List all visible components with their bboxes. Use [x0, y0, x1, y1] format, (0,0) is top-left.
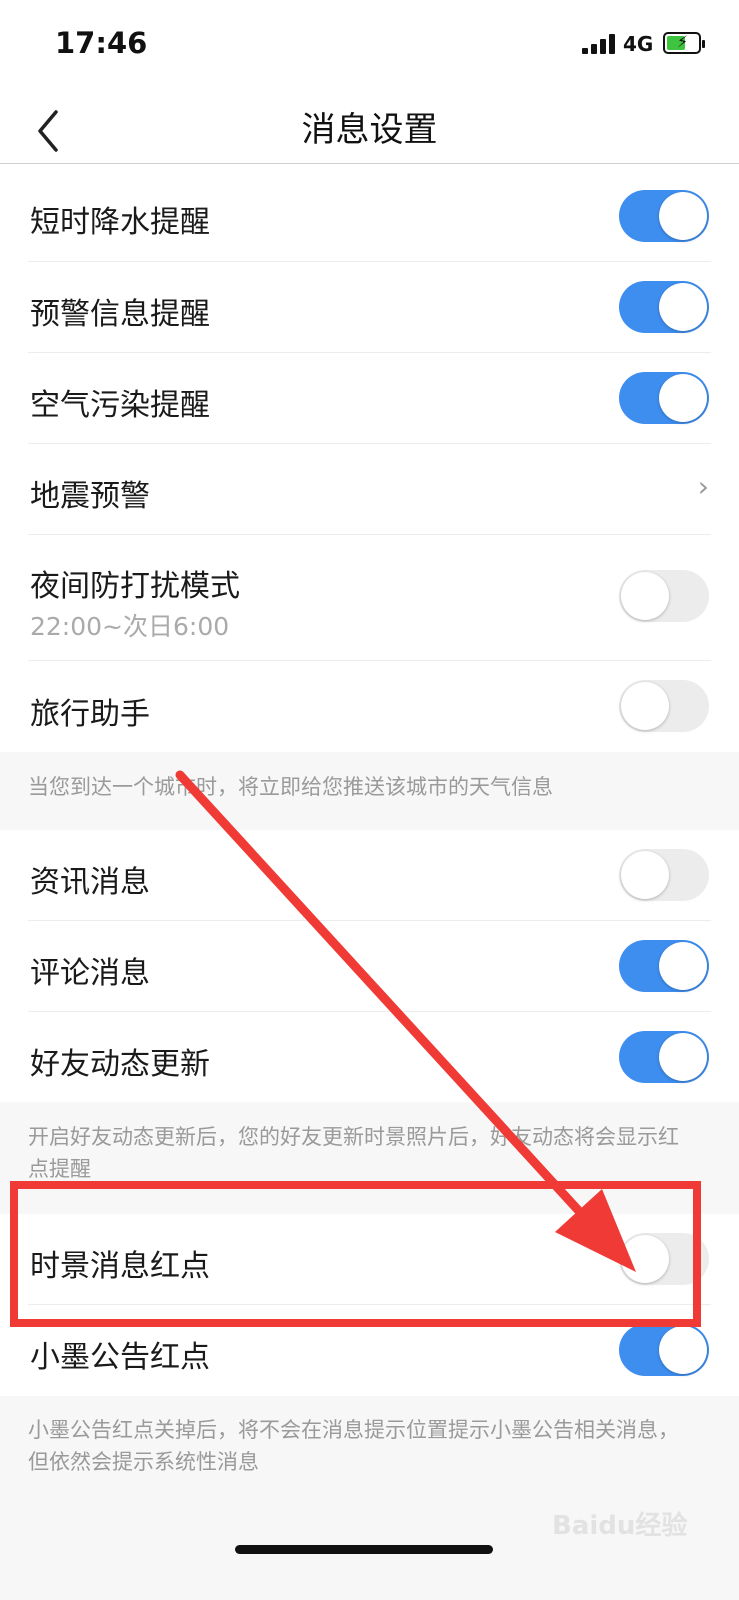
section-alerts: 短时降水提醒 预警信息提醒 空气污染提醒 地震预警 › 夜间防打扰模式 22:0… — [0, 164, 739, 752]
travel-toggle[interactable] — [619, 680, 709, 732]
notice-note: 小墨公告红点关掉后，将不会在消息提示位置提示小墨公告相关消息，但依然会提示系统性… — [28, 1418, 679, 1474]
row-air: 空气污染提醒 — [0, 353, 739, 443]
friends-toggle[interactable] — [619, 1031, 709, 1083]
row-label: 短时降水提醒 — [30, 205, 210, 240]
notice-toggle[interactable] — [619, 1324, 709, 1376]
friends-note: 开启好友动态更新后，您的好友更新时景照片后，好友动态将会显示红点提醒 — [28, 1125, 679, 1181]
night-toggle[interactable] — [619, 570, 709, 622]
travel-note: 当您到达一个城市时，将立即给您推送该城市的天气信息 — [28, 775, 553, 799]
rain-toggle[interactable] — [619, 190, 709, 242]
row-label: 好友动态更新 — [30, 1047, 210, 1082]
battery-icon: ⚡ — [663, 32, 705, 54]
status-time: 17:46 — [55, 26, 148, 60]
comment-toggle[interactable] — [619, 940, 709, 992]
row-quake[interactable]: 地震预警 › — [0, 444, 739, 534]
row-label: 时景消息红点 — [30, 1249, 210, 1284]
row-warning: 预警信息提醒 — [0, 262, 739, 352]
section-messages: 资讯消息 评论消息 好友动态更新 — [0, 830, 739, 1102]
row-travel: 旅行助手 — [0, 661, 739, 752]
page-title: 消息设置 — [301, 110, 438, 150]
row-label: 夜间防打扰模式 — [30, 569, 240, 604]
watermark-logo: Baidu经验 — [552, 1511, 688, 1541]
row-label: 预警信息提醒 — [30, 297, 210, 332]
section-reddots: 时景消息红点 小墨公告红点 — [0, 1214, 739, 1396]
row-rain: 短时降水提醒 — [0, 164, 739, 261]
row-scene: 时景消息红点 — [0, 1214, 739, 1304]
row-label: 评论消息 — [30, 956, 150, 991]
row-news: 资讯消息 — [0, 830, 739, 920]
signal-icon — [582, 34, 616, 54]
chevron-right-icon: › — [697, 470, 709, 503]
warning-toggle[interactable] — [619, 281, 709, 333]
scene-toggle[interactable] — [619, 1233, 709, 1285]
row-label: 地震预警 — [30, 479, 150, 514]
home-indicator[interactable] — [235, 1545, 493, 1554]
row-night: 夜间防打扰模式 22:00~次日6:00 — [0, 535, 739, 660]
status-bar: 17:46 4G ⚡ — [0, 0, 739, 88]
row-label: 空气污染提醒 — [30, 388, 210, 423]
nav-bar: 消息设置 — [0, 88, 739, 164]
row-notice: 小墨公告红点 — [0, 1305, 739, 1396]
row-label: 资讯消息 — [30, 865, 150, 900]
network-type: 4G — [623, 32, 654, 56]
row-friends: 好友动态更新 — [0, 1012, 739, 1102]
row-label: 小墨公告红点 — [30, 1340, 210, 1375]
row-sublabel: 22:00~次日6:00 — [30, 612, 230, 641]
row-comment: 评论消息 — [0, 921, 739, 1011]
air-toggle[interactable] — [619, 372, 709, 424]
row-label: 旅行助手 — [30, 697, 150, 732]
news-toggle[interactable] — [619, 849, 709, 901]
